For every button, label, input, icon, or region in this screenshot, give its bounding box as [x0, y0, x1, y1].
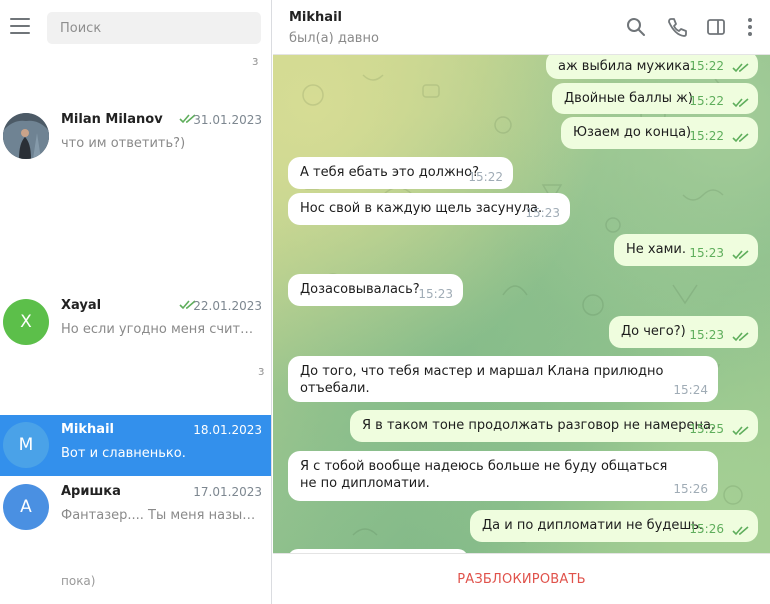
list-fragment: з: [252, 54, 259, 68]
chat-header: Mikhail был(а) давно: [273, 0, 770, 55]
chat-item-xayal[interactable]: X Xayal 22.01.2023 Но если угодно меня с…: [0, 291, 271, 355]
message-time: 15:23: [418, 287, 453, 301]
chat-item-milan-milanov[interactable]: Milan Milanov 31.01.2023 что им ответить…: [0, 105, 271, 169]
chat-footer: РАЗБЛОКИРОВАТЬ: [273, 553, 770, 604]
chat-list-panel: з Milan Milanov 31.01.2023 что им ответи…: [0, 0, 272, 604]
avatar: [3, 113, 49, 159]
chat-date: 17.01.2023: [193, 485, 262, 499]
read-checks-icon: [732, 526, 749, 536]
chat-item-arishka[interactable]: А Аришка 17.01.2023 Фантазер.... Ты меня…: [0, 477, 271, 541]
message-bubble: Нос свой в каждую щель засунула. 15:23: [288, 193, 570, 225]
message-text: До того, что тебя мастер и маршал Клана …: [300, 364, 664, 396]
search-input[interactable]: [47, 12, 261, 44]
read-checks-icon: [732, 250, 749, 260]
message-time: 15:22: [468, 170, 503, 184]
chat-name: Аришка: [61, 484, 121, 499]
menu-icon[interactable]: [10, 18, 30, 34]
read-checks-icon: [732, 332, 749, 342]
read-checks-icon: [732, 98, 749, 108]
message-bubble: Юзаем до конца) 15:22: [561, 117, 758, 149]
contact-status: был(а) давно: [289, 31, 379, 46]
message-time: 15:24: [673, 383, 708, 397]
chat-date: 31.01.2023: [193, 113, 262, 127]
message-bubble: аж выбила мужика. 15:22: [546, 55, 758, 79]
message-time: 15:23: [525, 206, 560, 220]
message-bubble: До того, что тебя мастер и маршал Клана …: [288, 356, 718, 402]
chat-preview: Но если угодно меня считать ...: [61, 322, 261, 337]
chat-item-mikhail[interactable]: M Mikhail 18.01.2023 Вот и славненько.: [0, 415, 271, 476]
unblock-button[interactable]: РАЗБЛОКИРОВАТЬ: [457, 572, 586, 587]
list-fragment: пока): [61, 574, 96, 588]
message-text: До чего?): [621, 324, 686, 339]
chat-date: 18.01.2023: [193, 423, 262, 437]
telegram-window: з Milan Milanov 31.01.2023 что им ответи…: [0, 0, 770, 604]
message-text: аж выбила мужика.: [558, 59, 695, 74]
list-fragment: з: [258, 364, 265, 378]
message-bubble: До чего?) 15:23: [609, 316, 758, 348]
message-bubble: Двойные баллы ж) 15:22: [552, 83, 758, 114]
sidebar-toggle-icon[interactable]: [705, 16, 727, 38]
message-bubble: Я в таком тоне продолжать разговор не на…: [350, 410, 758, 442]
chat-name: Xayal: [61, 298, 102, 313]
avatar-photo: [3, 113, 49, 159]
message-area[interactable]: аж выбила мужика. 15:22 Двойные баллы ж)…: [273, 55, 770, 553]
message-bubble: Я с тобой вообще надеюсь больше не буду …: [288, 451, 718, 501]
message-text: Юзаем до конца): [573, 125, 692, 140]
message-bubble: Дозасовывалась? 15:23: [288, 274, 463, 306]
avatar: X: [3, 299, 49, 345]
search-icon[interactable]: [625, 16, 647, 38]
conversation-panel: Mikhail был(а) давно аж выбила мужика. 1…: [273, 0, 770, 604]
message-bubble: А тебя ебать это должно? 15:22: [288, 157, 513, 189]
message-time: 15:26: [673, 482, 708, 496]
chat-preview: Фантазер.... Ты меня называааа...: [61, 508, 261, 523]
message-bubble: Да и по дипломатии не будешь. 15:26: [470, 510, 758, 542]
avatar: M: [3, 422, 49, 468]
read-checks-icon: [732, 63, 749, 73]
message-text: Да и по дипломатии не будешь.: [482, 518, 704, 533]
message-bubble: Не хами. 15:23: [614, 234, 758, 266]
avatar: А: [3, 484, 49, 530]
chat-preview: что им ответить?): [61, 136, 186, 151]
message-text: Я с тобой вообще надеюсь больше не буду …: [300, 459, 668, 491]
more-icon[interactable]: [739, 16, 761, 38]
phone-icon[interactable]: [666, 16, 688, 38]
chat-preview: Вот и славненько.: [61, 446, 186, 461]
message-text: Нос свой в каждую щель засунула.: [300, 201, 543, 216]
message-text: А тебя ебать это должно?: [300, 165, 480, 180]
read-checks-icon: [732, 426, 749, 436]
message-text: Не хами.: [626, 242, 686, 257]
read-checks-icon: [732, 133, 749, 143]
chat-name: Milan Milanov: [61, 112, 163, 127]
chat-name: Mikhail: [61, 422, 114, 437]
chat-date: 22.01.2023: [193, 299, 262, 313]
contact-name[interactable]: Mikhail: [289, 10, 342, 25]
message-text: Я в таком тоне продолжать разговор не на…: [362, 418, 716, 433]
message-text: Дозасовывалась?: [300, 282, 420, 297]
chat-list-topbar: [0, 0, 271, 56]
message-text: Двойные баллы ж): [564, 91, 693, 106]
